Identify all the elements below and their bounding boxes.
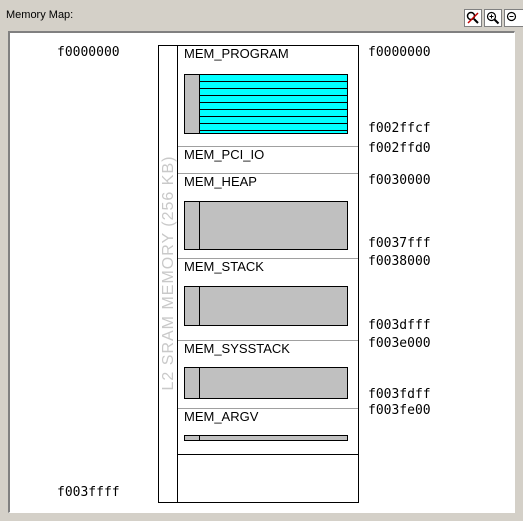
section-name: MEM_PROGRAM <box>184 46 289 61</box>
section-mem-stack[interactable]: MEM_STACK <box>178 259 358 341</box>
section-mem-heap[interactable]: MEM_HEAP <box>178 174 358 259</box>
memory-label: L2 SRAM MEMORY (256 KB) <box>160 155 177 391</box>
zoom-reset-icon[interactable] <box>464 9 482 27</box>
section-name: MEM_HEAP <box>184 174 257 189</box>
section-usage-bar <box>184 367 348 399</box>
memory-block: L2 SRAM MEMORY (256 KB) MEM_PROGRAM MEM_… <box>158 45 359 503</box>
address-label: f0038000 <box>368 254 431 269</box>
end-address: f003ffff <box>57 485 120 500</box>
section-mem-argv[interactable]: MEM_ARGV <box>178 409 358 455</box>
section-mem-program[interactable]: MEM_PROGRAM <box>178 46 358 147</box>
address-label: f002ffd0 <box>368 141 431 156</box>
section-usage-bar <box>184 201 348 250</box>
title-bar: Memory Map: <box>0 0 523 30</box>
zoom-out-icon[interactable] <box>504 9 523 27</box>
section-mem-pci-io[interactable]: MEM_PCI_IO <box>178 147 358 174</box>
window-title: Memory Map: <box>6 9 74 21</box>
address-label: f002ffcf <box>368 121 431 136</box>
memory-label-column: L2 SRAM MEMORY (256 KB) <box>159 46 178 502</box>
address-label: f0037fff <box>368 236 431 251</box>
section-usage-bar <box>184 435 348 441</box>
section-name: MEM_SYSSTACK <box>184 341 290 356</box>
address-label: f003fdff <box>368 387 431 402</box>
section-name: MEM_PCI_IO <box>184 147 265 162</box>
address-label: f003dfff <box>368 318 431 333</box>
address-label: f0030000 <box>368 173 431 188</box>
section-mem-sysstack[interactable]: MEM_SYSSTACK <box>178 341 358 409</box>
address-label: f003e000 <box>368 336 431 351</box>
start-address: f0000000 <box>57 45 120 60</box>
section-usage-bar <box>184 74 348 134</box>
zoom-in-icon[interactable] <box>484 9 502 27</box>
section-usage-bar <box>184 286 348 326</box>
address-label: f0000000 <box>368 45 431 60</box>
section-name: MEM_ARGV <box>184 409 259 424</box>
section-name: MEM_STACK <box>184 259 264 274</box>
memory-map-panel[interactable]: f0000000 f003ffff L2 SRAM MEMORY (256 KB… <box>8 31 515 513</box>
address-label: f003fe00 <box>368 403 431 418</box>
